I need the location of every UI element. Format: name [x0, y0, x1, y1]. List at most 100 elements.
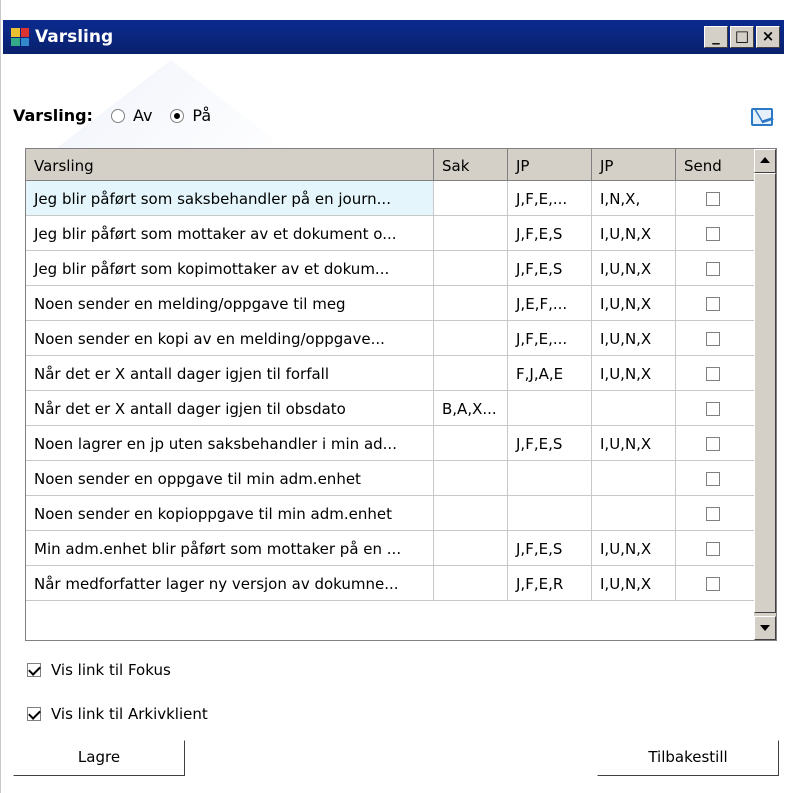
send-checkbox[interactable]	[706, 507, 720, 521]
cell-sak[interactable]	[434, 461, 508, 496]
option-arkiv[interactable]: Vis link til Arkivklient	[27, 705, 208, 723]
table-row[interactable]: Når det er X antall dager igjen til forf…	[26, 356, 756, 391]
cell-sak[interactable]	[434, 286, 508, 321]
cell-sak[interactable]	[434, 321, 508, 356]
vertical-scrollbar[interactable]	[754, 149, 776, 640]
send-checkbox[interactable]	[706, 192, 720, 206]
cell-sak[interactable]	[434, 356, 508, 391]
fokus-checkbox[interactable]	[27, 663, 41, 677]
table-row[interactable]: Når det er X antall dager igjen til obsd…	[26, 391, 756, 426]
cell-jp-2[interactable]: I,U,N,X	[592, 251, 676, 286]
column-header-jp[interactable]: JP	[508, 149, 592, 181]
table-row[interactable]: Noen sender en oppgave til min adm.enhet	[26, 461, 756, 496]
scroll-up-icon[interactable]	[754, 149, 776, 173]
cell-varsling[interactable]: Noen sender en kopioppgave til min adm.e…	[26, 496, 434, 531]
arkiv-label[interactable]: Vis link til Arkivklient	[51, 705, 208, 723]
cell-varsling[interactable]: Noen lagrer en jp uten saksbehandler i m…	[26, 426, 434, 461]
send-checkbox[interactable]	[706, 367, 720, 381]
table-row[interactable]: Noen sender en kopi av en melding/oppgav…	[26, 321, 756, 356]
cell-jp-2[interactable]: I,U,N,X	[592, 566, 676, 601]
grid-rows: Jeg blir påført som saksbehandler på en …	[26, 181, 756, 601]
send-checkbox[interactable]	[706, 332, 720, 346]
cell-varsling[interactable]: Noen sender en kopi av en melding/oppgav…	[26, 321, 434, 356]
send-checkbox[interactable]	[706, 227, 720, 241]
cell-sak[interactable]	[434, 216, 508, 251]
table-row[interactable]: Når medforfatter lager ny versjon av dok…	[26, 566, 756, 601]
cell-jp-2[interactable]: I,U,N,X	[592, 356, 676, 391]
cell-send	[676, 531, 756, 566]
radio-av[interactable]	[110, 108, 125, 123]
send-checkbox[interactable]	[706, 577, 720, 591]
cell-jp[interactable]: J,F,E,R	[508, 566, 592, 601]
cell-send	[676, 251, 756, 286]
arkiv-checkbox[interactable]	[27, 707, 41, 721]
table-row[interactable]: Jeg blir påført som mottaker av et dokum…	[26, 216, 756, 251]
save-button[interactable]: Lagre	[13, 740, 185, 776]
close-icon[interactable]: ×	[756, 26, 780, 48]
maximize-icon[interactable]: □	[730, 26, 754, 48]
cell-sak[interactable]: B,A,X...	[434, 391, 508, 426]
column-header-send[interactable]: Send	[676, 149, 756, 181]
send-checkbox[interactable]	[706, 437, 720, 451]
cell-jp-2[interactable]: I,U,N,X	[592, 426, 676, 461]
send-checkbox[interactable]	[706, 402, 720, 416]
radio-pa-label[interactable]: På	[192, 106, 211, 125]
cell-varsling[interactable]: Jeg blir påført som kopimottaker av et d…	[26, 251, 434, 286]
table-row[interactable]: Noen sender en melding/oppgave til meg J,…	[26, 286, 756, 321]
cell-varsling[interactable]: Noen sender en melding/oppgave til meg	[26, 286, 434, 321]
table-row[interactable]: Jeg blir påført som kopimottaker av et d…	[26, 251, 756, 286]
cell-jp[interactable]	[508, 496, 592, 531]
cell-jp[interactable]	[508, 391, 592, 426]
cell-jp[interactable]: J,F,E,S	[508, 251, 592, 286]
table-row[interactable]: Noen lagrer en jp uten saksbehandler i m…	[26, 426, 756, 461]
reset-button[interactable]: Tilbakestill	[597, 740, 779, 776]
cell-jp[interactable]: J,E,F,...	[508, 286, 592, 321]
fokus-label[interactable]: Vis link til Fokus	[51, 661, 171, 679]
cell-varsling[interactable]: Noen sender en oppgave til min adm.enhet	[26, 461, 434, 496]
column-header-sak[interactable]: Sak	[434, 149, 508, 181]
table-row[interactable]: Noen sender en kopioppgave til min adm.e…	[26, 496, 756, 531]
send-checkbox[interactable]	[706, 542, 720, 556]
cell-jp-2[interactable]: I,U,N,X	[592, 321, 676, 356]
cell-varsling[interactable]: Min adm.enhet blir påført som mottaker p…	[26, 531, 434, 566]
column-header-varsling[interactable]: Varsling	[26, 149, 434, 181]
scroll-thumb[interactable]	[754, 173, 776, 613]
cell-jp-2[interactable]	[592, 496, 676, 531]
cell-jp-2[interactable]: I,N,X,	[592, 181, 676, 216]
cell-jp[interactable]: J,F,E,S	[508, 216, 592, 251]
cell-sak[interactable]	[434, 531, 508, 566]
scroll-down-icon[interactable]	[754, 616, 776, 640]
radio-pa[interactable]	[170, 108, 185, 123]
table-row[interactable]: Min adm.enhet blir påført som mottaker p…	[26, 531, 756, 566]
cell-varsling[interactable]: Når det er X antall dager igjen til obsd…	[26, 391, 434, 426]
option-fokus[interactable]: Vis link til Fokus	[27, 661, 171, 679]
cell-sak[interactable]	[434, 496, 508, 531]
cell-varsling[interactable]: Når det er X antall dager igjen til forf…	[26, 356, 434, 391]
cell-jp[interactable]: J,F,E,...	[508, 321, 592, 356]
mail-icon[interactable]	[751, 108, 773, 126]
cell-jp[interactable]: J,F,E,S	[508, 426, 592, 461]
cell-jp[interactable]	[508, 461, 592, 496]
send-checkbox[interactable]	[706, 297, 720, 311]
cell-jp-2[interactable]	[592, 461, 676, 496]
cell-jp-2[interactable]: I,U,N,X	[592, 531, 676, 566]
minimize-icon[interactable]: _	[704, 26, 728, 48]
send-checkbox[interactable]	[706, 262, 720, 276]
cell-varsling[interactable]: Jeg blir påført som mottaker av et dokum…	[26, 216, 434, 251]
send-checkbox[interactable]	[706, 472, 720, 486]
cell-sak[interactable]	[434, 566, 508, 601]
cell-jp-2[interactable]: I,U,N,X	[592, 216, 676, 251]
cell-varsling[interactable]: Jeg blir påført som saksbehandler på en …	[26, 181, 434, 216]
column-header-jp-2[interactable]: JP	[592, 149, 676, 181]
cell-jp-2[interactable]	[592, 391, 676, 426]
cell-varsling[interactable]: Når medforfatter lager ny versjon av dok…	[26, 566, 434, 601]
cell-sak[interactable]	[434, 251, 508, 286]
cell-jp[interactable]: J,F,E,S	[508, 531, 592, 566]
cell-jp[interactable]: J,F,E,...	[508, 181, 592, 216]
cell-jp[interactable]: F,J,A,E	[508, 356, 592, 391]
cell-sak[interactable]	[434, 181, 508, 216]
cell-jp-2[interactable]: I,U,N,X	[592, 286, 676, 321]
cell-sak[interactable]	[434, 426, 508, 461]
radio-av-label[interactable]: Av	[133, 106, 152, 125]
table-row[interactable]: Jeg blir påført som saksbehandler på en …	[26, 181, 756, 216]
